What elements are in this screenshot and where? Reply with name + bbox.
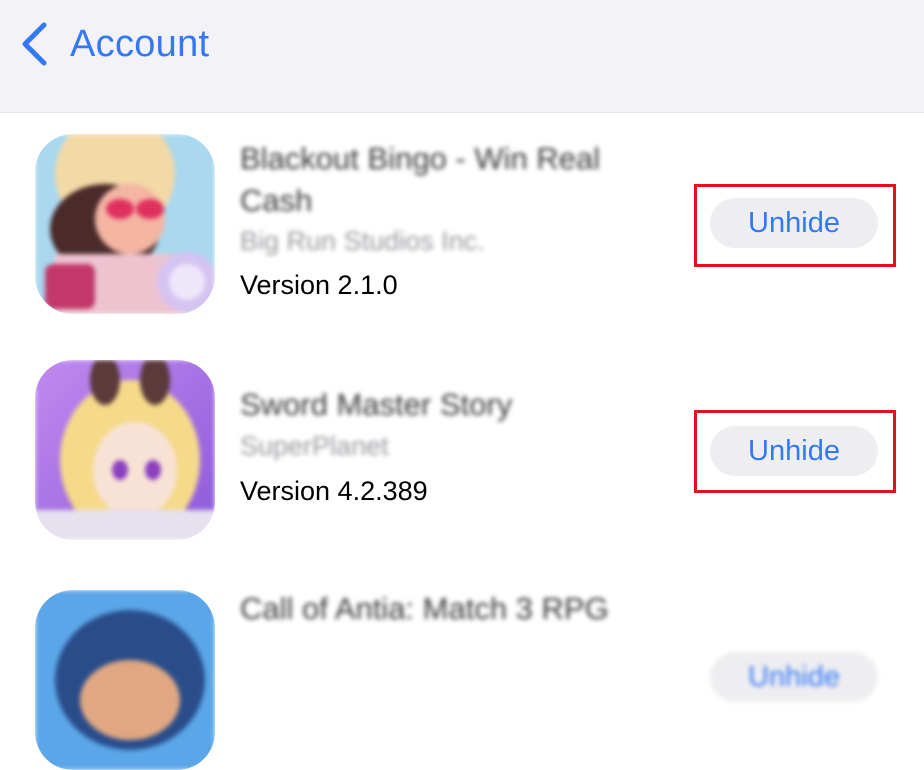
chevron-left-icon	[20, 22, 48, 66]
unhide-button[interactable]: Unhide	[710, 652, 878, 702]
highlight-box	[694, 184, 896, 267]
app-name: Sword Master Story	[240, 387, 513, 422]
app-developer: SuperPlanet	[240, 431, 389, 461]
back-label: Account	[70, 22, 210, 65]
app-icon[interactable]	[35, 134, 215, 314]
app-name: Blackout Bingo - Win Real Cash	[240, 141, 601, 218]
list-item: Sword Master Story SuperPlanet Version 4…	[0, 342, 924, 572]
navigation-bar: Account	[0, 0, 924, 113]
app-developer: Big Run Studios Inc.	[240, 226, 485, 256]
back-button[interactable]: Account	[20, 18, 209, 70]
list-item: Call of Antia: Match 3 RPG Unhide	[0, 572, 924, 770]
highlight-box	[694, 410, 896, 493]
list-item: Blackout Bingo - Win Real Cash Big Run S…	[0, 112, 924, 342]
app-icon[interactable]	[35, 590, 215, 770]
app-name: Call of Antia: Match 3 RPG	[240, 591, 609, 626]
app-icon[interactable]	[35, 360, 215, 540]
app-version: Version 2.1.0	[240, 270, 398, 300]
app-version: Version 4.2.389	[240, 476, 428, 506]
